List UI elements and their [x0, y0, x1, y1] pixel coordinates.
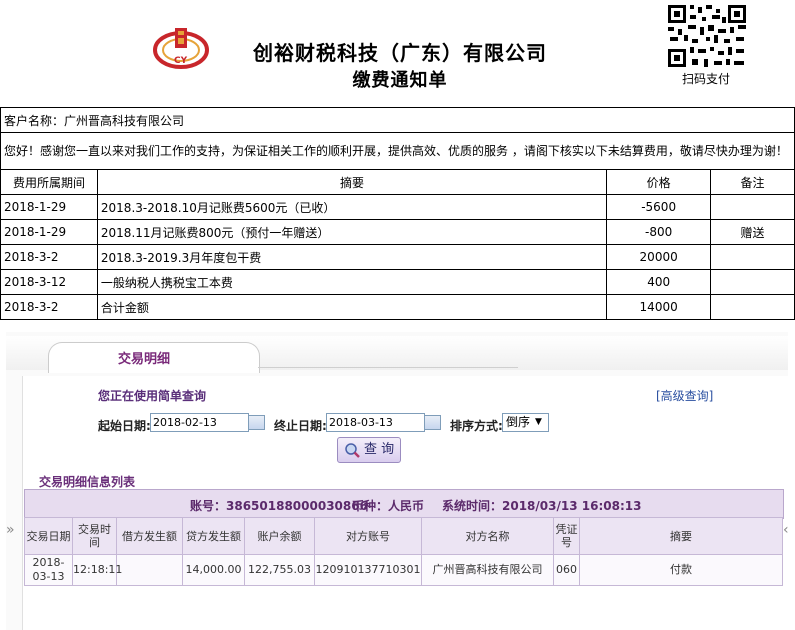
logo-text: CY	[174, 56, 188, 66]
list-title: 交易明细信息列表	[39, 475, 136, 489]
cell-counter-name: 广州晋高科技有限公司	[421, 554, 554, 586]
row-price: -5600	[606, 194, 712, 220]
sort-value: 倒序	[506, 415, 531, 429]
cell-voucher: 060	[553, 554, 580, 586]
row-remark	[710, 194, 795, 220]
sort-select[interactable]: 倒序 ▼	[502, 413, 549, 432]
cell-balance: 122,755.03	[244, 554, 315, 586]
notice-text: 您好！感谢您一直以来对我们工作的支持，为保证相关工作的顺利开展，提供高效、优质的…	[0, 132, 795, 170]
qr-code-icon[interactable]	[666, 3, 748, 69]
table-row: 2018-1-29 2018.3-2018.10月记账费5600元（已收） -5…	[0, 194, 795, 220]
document-title: 缴费通知单	[352, 70, 448, 91]
search-icon	[344, 442, 360, 458]
invoice-table: 客户名称：广州晋高科技有限公司 您好！感谢您一直以来对我们工作的支持，为保证相关…	[0, 107, 795, 320]
calendar-icon[interactable]	[424, 415, 441, 430]
row-remark	[710, 269, 795, 295]
row-price: 400	[606, 269, 712, 295]
table-row-total: 2018-3-2 合计金额 14000	[0, 294, 795, 320]
chevron-down-icon: ▼	[535, 417, 542, 427]
table-row: 2018-3-12 一般纳税人携税宝工本费 400	[0, 269, 795, 295]
row-period: 2018-1-29	[0, 219, 98, 245]
sort-label: 排序方式:	[450, 419, 503, 433]
account-number: 账号：38650188000030866	[190, 499, 368, 513]
transaction-table: 交易日期 交易时间 借方发生额 贷方发生额 账户余额 对方账号 对方名称 凭证号…	[24, 517, 783, 586]
table-row: 2018-1-29 2018.11月记账费800元（预付一年赠送） -800 赠…	[0, 219, 795, 245]
end-date-input[interactable]: 2018-03-13	[326, 413, 425, 432]
row-period: 2018-3-12	[0, 269, 98, 295]
row-summary: 2018.3-2019.3月年度包干费	[96, 244, 608, 270]
qr-label: 扫码支付	[681, 72, 730, 86]
col-header: 借方发生额	[116, 517, 183, 555]
start-date-input[interactable]: 2018-02-13	[150, 413, 249, 432]
row-remark	[710, 294, 795, 320]
table-row[interactable]: 2018-03-13 12:18:11 14,000.00 122,755.03…	[24, 554, 783, 586]
col-header: 摘要	[579, 517, 783, 555]
col-header-price: 价格	[606, 169, 712, 195]
row-remark: 赠送	[710, 219, 795, 245]
row-summary: 2018.11月记账费800元（预付一年赠送）	[96, 219, 608, 245]
scroll-left-icon[interactable]: »	[6, 522, 15, 538]
divider	[258, 367, 518, 368]
col-header-summary: 摘要	[96, 169, 608, 195]
col-header-period: 费用所属期间	[0, 169, 98, 195]
col-header: 交易日期	[24, 517, 73, 555]
cell-debit	[116, 554, 183, 586]
query-title: 您正在使用简单查询	[98, 389, 207, 403]
row-price: 20000	[606, 244, 712, 270]
advanced-query-link[interactable]: [高级查询]	[656, 387, 713, 404]
row-period: 2018-1-29	[0, 194, 98, 220]
table-header-row: 费用所属期间 摘要 价格 备注	[0, 169, 795, 195]
row-remark	[710, 244, 795, 270]
transaction-header-row: 交易日期 交易时间 借方发生额 贷方发生额 账户余额 对方账号 对方名称 凭证号…	[24, 517, 783, 555]
col-header: 账户余额	[244, 517, 315, 555]
tab-label: 交易明细	[118, 352, 171, 367]
scroll-right-icon[interactable]: ‹	[783, 522, 789, 538]
cell-credit: 14,000.00	[182, 554, 245, 586]
currency: 币种：人民币	[352, 499, 425, 513]
system-time: 系统时间：2018/03/13 16:08:13	[442, 499, 642, 513]
search-button[interactable]: 查 询	[337, 437, 401, 463]
row-price: -800	[606, 219, 712, 245]
col-header-remark: 备注	[710, 169, 795, 195]
row-summary: 一般纳税人携税宝工本费	[96, 269, 608, 295]
col-header: 对方名称	[421, 517, 554, 555]
row-price: 14000	[606, 294, 712, 320]
end-date-label: 终止日期:	[274, 419, 327, 433]
cell-summary: 付款	[579, 554, 783, 586]
row-period: 2018-3-2	[0, 244, 98, 270]
row-period: 2018-3-2	[0, 294, 98, 320]
col-header: 凭证号	[553, 517, 580, 555]
start-date-label: 起始日期:	[98, 419, 151, 433]
table-row: 2018-3-2 2018.3-2019.3月年度包干费 20000	[0, 244, 795, 270]
cell-counter-account: 120910137710301	[314, 554, 422, 586]
customer-name: 客户名称：广州晋高科技有限公司	[0, 107, 795, 133]
company-name: 创裕财税科技（广东）有限公司	[253, 41, 547, 65]
search-button-label: 查 询	[364, 442, 395, 457]
row-summary: 合计金额	[96, 294, 608, 320]
calendar-icon[interactable]	[248, 415, 265, 430]
col-header: 对方账号	[314, 517, 422, 555]
row-summary: 2018.3-2018.10月记账费5600元（已收）	[96, 194, 608, 220]
col-header: 贷方发生额	[182, 517, 245, 555]
cell-time: 12:18:11	[72, 554, 122, 586]
cell-date: 2018-03-13	[24, 554, 73, 586]
col-header: 交易时间	[72, 517, 117, 555]
